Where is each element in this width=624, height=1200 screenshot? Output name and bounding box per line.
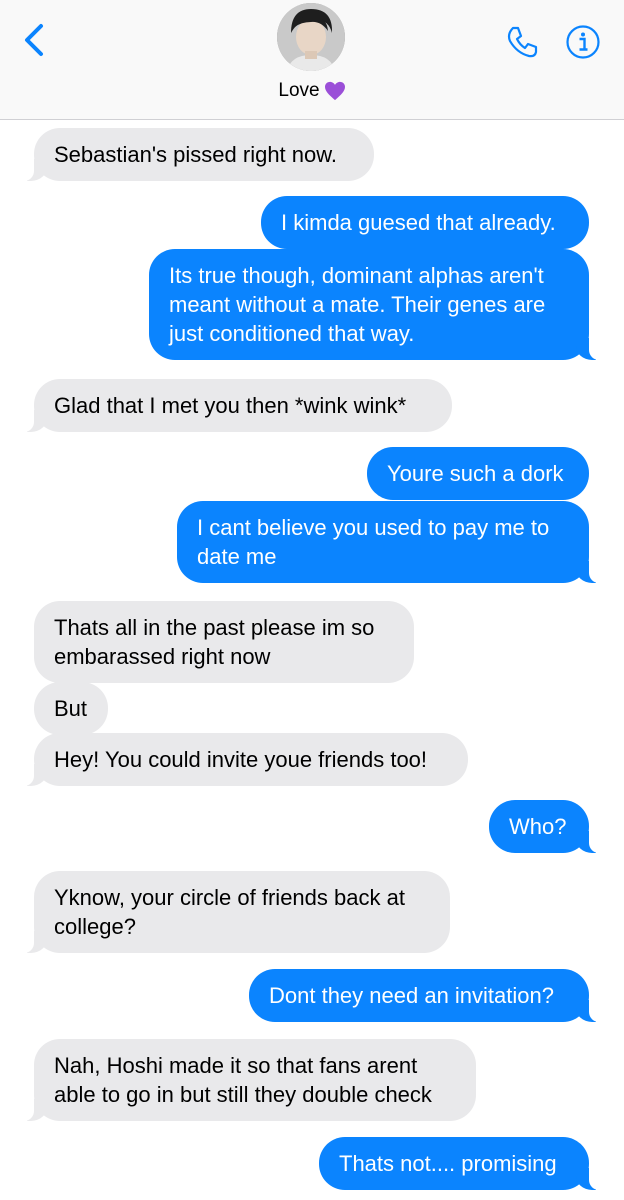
info-button[interactable] bbox=[563, 22, 603, 62]
conversation-thread[interactable]: Sebastian's pissed right now. I kimda gu… bbox=[0, 0, 624, 1200]
message-bubble-incoming[interactable]: Nah, Hoshi made it so that fans arent ab… bbox=[8, 1039, 476, 1121]
back-button[interactable] bbox=[14, 20, 54, 60]
purple-heart-icon bbox=[324, 81, 345, 101]
contact-name[interactable]: Love bbox=[0, 80, 624, 102]
phone-call-button[interactable] bbox=[502, 22, 542, 62]
contact-name-label: Love bbox=[278, 80, 320, 101]
message-bubble-outgoing[interactable]: Its true though, dominant alphas aren't … bbox=[149, 249, 615, 360]
message-bubble-outgoing[interactable]: I cant believe you used to pay me to dat… bbox=[177, 501, 615, 583]
message-bubble-outgoing[interactable]: I kimda guesed that already. bbox=[261, 196, 589, 249]
message-bubble-outgoing[interactable]: Dont they need an invitation? bbox=[249, 969, 615, 1022]
message-bubble-incoming[interactable]: Thats all in the past please im so embar… bbox=[34, 601, 414, 683]
message-bubble-incoming[interactable]: But bbox=[34, 682, 108, 735]
message-bubble-incoming[interactable]: Glad that I met you then *wink wink* bbox=[8, 379, 452, 432]
conversation-header: Love bbox=[0, 0, 624, 120]
avatar[interactable] bbox=[277, 3, 345, 71]
message-bubble-outgoing[interactable]: Who? bbox=[489, 800, 615, 853]
message-bubble-incoming[interactable]: Yknow, your circle of friends back at co… bbox=[8, 871, 450, 953]
message-bubble-outgoing[interactable]: Thats not.... promising bbox=[319, 1137, 615, 1190]
message-bubble-outgoing[interactable]: Youre such a dork bbox=[367, 447, 589, 500]
messages-screen: Sebastian's pissed right now. I kimda gu… bbox=[0, 0, 624, 1200]
message-bubble-incoming[interactable]: Hey! You could invite youe friends too! bbox=[8, 733, 468, 786]
message-bubble-incoming[interactable]: Sebastian's pissed right now. bbox=[8, 128, 374, 181]
contact-photo-icon bbox=[277, 3, 345, 71]
phone-icon bbox=[507, 26, 538, 58]
info-icon bbox=[566, 25, 600, 59]
chevron-left-icon bbox=[25, 24, 43, 56]
